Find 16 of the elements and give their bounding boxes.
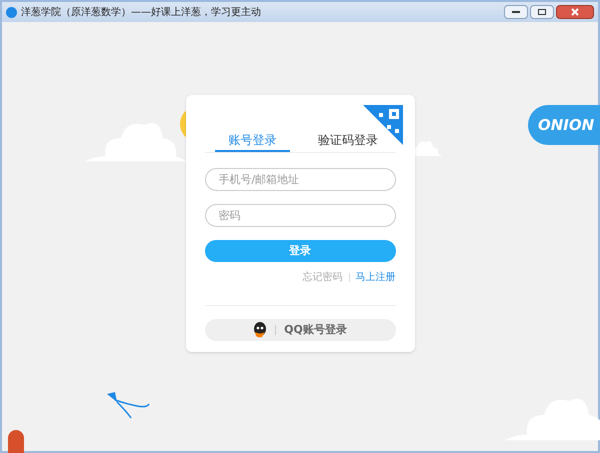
penguin-icon (253, 322, 268, 338)
forgot-password-link[interactable]: 忘记密码 (302, 270, 342, 285)
register-link[interactable]: 马上注册 (356, 270, 396, 285)
close-icon (571, 8, 579, 16)
qq-login-button[interactable]: QQ账号登录 (204, 319, 396, 341)
login-tab[interactable]: 验证码登录 (310, 130, 386, 152)
login-button[interactable]: 登录 (204, 240, 396, 262)
maximize-button[interactable] (530, 5, 554, 19)
input-field[interactable]: 手机号/邮箱地址 (204, 168, 396, 191)
app-logo-icon (6, 6, 17, 18)
airship-label: ONION (538, 114, 594, 136)
login-tab[interactable]: 账号登录 (214, 130, 290, 152)
window-title: 洋葱学院（原洋葱数学）——好课上洋葱，学习更主动 (21, 6, 261, 20)
input-field[interactable]: 密码 (204, 204, 396, 227)
minimize-button[interactable] (504, 5, 528, 19)
close-button[interactable] (556, 5, 594, 19)
